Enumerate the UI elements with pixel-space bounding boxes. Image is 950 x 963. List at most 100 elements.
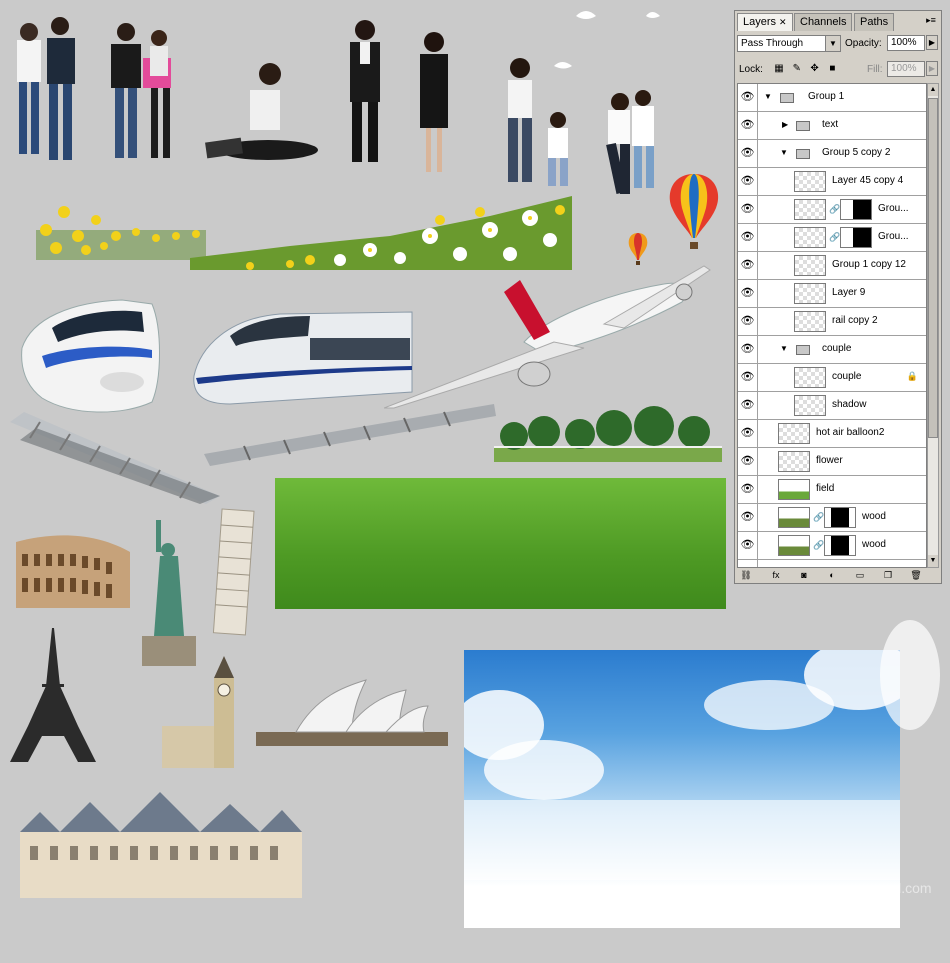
- lock-all-icon[interactable]: ■: [826, 63, 838, 75]
- chain-link-icon[interactable]: 🔗: [829, 204, 840, 215]
- eye-icon[interactable]: 👁: [738, 392, 758, 419]
- opacity-label: Opacity:: [845, 38, 882, 49]
- eye-icon[interactable]: 👁: [738, 224, 758, 251]
- panel-menu-icon[interactable]: ▸≡: [924, 14, 938, 26]
- add-mask-icon[interactable]: ◙: [797, 568, 811, 582]
- adjustment-layer-icon[interactable]: ◐: [825, 568, 839, 582]
- layer-row[interactable]: 👁 shadow: [738, 392, 926, 420]
- layer-row[interactable]: 👁 Layer 9: [738, 280, 926, 308]
- expand-down-icon[interactable]: ▼: [780, 344, 788, 353]
- eye-icon[interactable]: 👁: [738, 448, 758, 475]
- layer-row[interactable]: 👁 hot air balloon2: [738, 420, 926, 448]
- lock-transparent-icon[interactable]: ▦: [773, 63, 785, 75]
- layer-thumbnail: [794, 199, 826, 220]
- eye-icon[interactable]: 👁: [738, 560, 758, 567]
- expand-down-icon[interactable]: ▼: [764, 92, 772, 101]
- eye-icon[interactable]: 👁: [738, 476, 758, 503]
- layer-name: Group 1: [808, 91, 845, 102]
- link-layers-icon[interactable]: ⛓: [739, 568, 753, 582]
- layer-name: Group 1 copy 12: [832, 259, 906, 270]
- sydney-opera-house-image: [256, 679, 448, 746]
- tab-channels[interactable]: Channels: [794, 13, 853, 31]
- daisy-field-image: [190, 196, 572, 270]
- eye-icon[interactable]: 👁: [738, 252, 758, 279]
- chain-link-icon[interactable]: 🔗: [813, 540, 824, 551]
- chain-link-icon[interactable]: 🔗: [813, 512, 824, 523]
- tree-line-image: [494, 406, 722, 462]
- layer-row[interactable]: 👁 ▼ Group 1: [738, 84, 926, 112]
- layer-mask-thumbnail: [840, 227, 872, 248]
- eye-icon[interactable]: 👁: [738, 308, 758, 335]
- layer-row[interactable]: 👁 field: [738, 476, 926, 504]
- eye-icon[interactable]: 👁: [738, 168, 758, 195]
- layers-panel[interactable]: Layers ✕ Channels Paths ▸≡ Pass Through ▼…: [734, 10, 942, 584]
- opacity-slider-button[interactable]: ▶: [926, 35, 938, 50]
- layer-row[interactable]: 👁 🔗 Grou...: [738, 224, 926, 252]
- layer-row[interactable]: 👁 🔗 Grou...: [738, 196, 926, 224]
- layer-row[interactable]: 👁 Group 1 copy 12: [738, 252, 926, 280]
- new-layer-icon[interactable]: ❐: [881, 568, 895, 582]
- blend-mode-select[interactable]: Pass Through ▼: [737, 35, 841, 52]
- layer-name: wood: [862, 539, 886, 550]
- expand-down-icon[interactable]: ▼: [780, 148, 788, 157]
- eye-icon[interactable]: 👁: [738, 336, 758, 363]
- eye-icon[interactable]: 👁: [738, 364, 758, 391]
- layer-row[interactable]: 👁 Layer 45 copy 4: [738, 168, 926, 196]
- layer-thumbnail: [794, 255, 826, 276]
- layer-row[interactable]: 👁 flower: [738, 448, 926, 476]
- layer-row[interactable]: 👁 🔗 wood: [738, 532, 926, 560]
- layer-name: Layer 9: [832, 287, 866, 298]
- layer-thumbnail: [794, 283, 826, 304]
- yellow-flowers-image: [36, 206, 206, 260]
- new-group-icon[interactable]: ▭: [853, 568, 867, 582]
- scroll-up-icon[interactable]: ▲: [928, 84, 938, 96]
- opacity-field[interactable]: 100%: [887, 35, 925, 51]
- layer-row[interactable]: 👁 🔗 wood: [738, 504, 926, 532]
- layer-name: hot air balloon2: [816, 427, 885, 438]
- tab-label: Layers: [743, 16, 777, 28]
- photoshop-canvas[interactable]: asadal.com asadal.com asadal.com asadal.…: [0, 0, 950, 963]
- lock-move-icon[interactable]: ✥: [809, 63, 821, 75]
- scroll-down-icon[interactable]: ▼: [928, 555, 938, 567]
- eye-icon[interactable]: 👁: [738, 280, 758, 307]
- fill-field: 100%: [887, 61, 925, 77]
- layer-style-icon[interactable]: fx: [769, 568, 783, 582]
- high-speed-train-image: [193, 311, 413, 405]
- eye-icon[interactable]: 👁: [738, 196, 758, 223]
- eye-icon[interactable]: 👁: [738, 140, 758, 167]
- eye-icon[interactable]: 👁: [738, 504, 758, 531]
- tab-layers[interactable]: Layers ✕: [737, 13, 793, 31]
- layer-row[interactable]: 👁 ▼ Group 5 copy 2: [738, 140, 926, 168]
- eye-icon[interactable]: 👁: [738, 420, 758, 447]
- layer-row[interactable]: 👁 rail copy 2: [738, 308, 926, 336]
- layer-mask-thumbnail: [840, 199, 872, 220]
- eye-icon[interactable]: 👁: [738, 112, 758, 139]
- layer-row[interactable]: 👁 couple 🔒: [738, 364, 926, 392]
- close-icon[interactable]: ✕: [779, 17, 787, 27]
- layer-thumbnail: [778, 479, 810, 500]
- expand-right-icon[interactable]: ▶: [782, 120, 790, 129]
- layer-mask-thumbnail: [824, 507, 856, 528]
- layer-row[interactable]: 👁 ▶ building: [738, 560, 926, 567]
- layers-scrollbar[interactable]: ▲ ▼: [927, 83, 939, 568]
- chain-link-icon[interactable]: 🔗: [829, 232, 840, 243]
- layer-name: couple: [822, 343, 852, 354]
- scrollbar-thumb[interactable]: [928, 98, 938, 438]
- tab-paths[interactable]: Paths: [854, 13, 895, 31]
- layer-name: Grou...: [878, 203, 909, 214]
- businessman-image: [350, 20, 380, 162]
- folder-icon: [796, 121, 810, 131]
- woman-laptop-image: [205, 63, 318, 160]
- eye-icon[interactable]: 👁: [738, 532, 758, 559]
- lock-label: Lock:: [739, 64, 763, 75]
- layer-row[interactable]: 👁 ▶ text: [738, 112, 926, 140]
- people-group-image: [17, 17, 171, 160]
- trash-icon[interactable]: 🗑: [909, 568, 923, 582]
- chevron-down-icon: ▼: [825, 36, 840, 51]
- layer-row[interactable]: 👁 ▼ couple: [738, 336, 926, 364]
- tab-label: Paths: [860, 16, 889, 28]
- eye-icon[interactable]: 👁: [738, 84, 758, 111]
- lock-paint-icon[interactable]: ✎: [791, 63, 803, 75]
- panel-footer: ⛓ fx ◙ ◐ ▭ ❐ 🗑: [737, 568, 939, 582]
- layers-list[interactable]: 👁 ▼ Group 1 👁 ▶ text 👁 ▼ Group 5 copy 2: [737, 83, 927, 568]
